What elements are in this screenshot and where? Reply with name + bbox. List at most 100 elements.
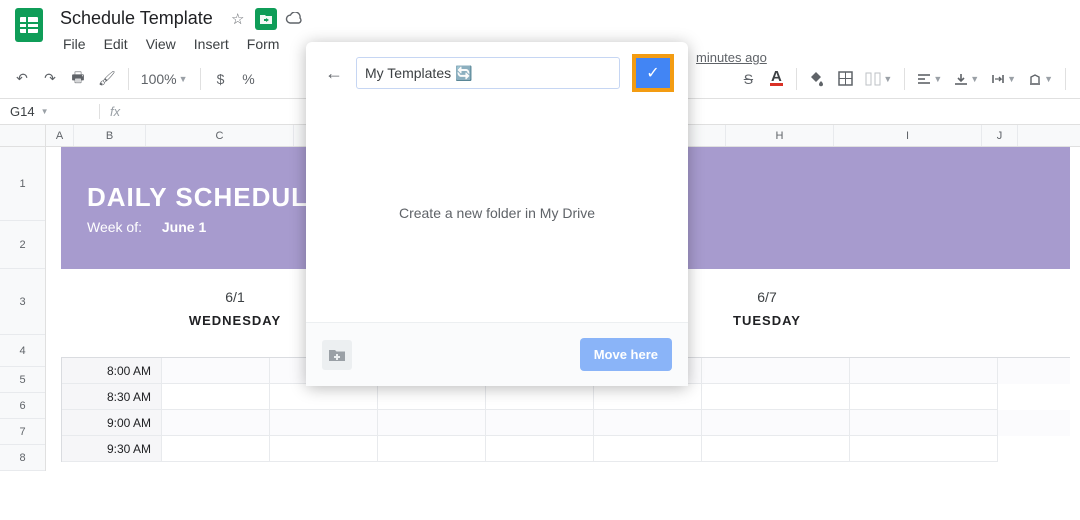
column-header[interactable]: H [726, 125, 834, 146]
row-header[interactable]: 6 [0, 393, 45, 419]
row-header[interactable]: 8 [0, 445, 45, 471]
text-color-button[interactable]: A [764, 66, 788, 92]
slot-cell[interactable] [594, 410, 702, 436]
new-folder-button[interactable] [322, 340, 352, 370]
column-header[interactable]: C [146, 125, 294, 146]
slot-cell[interactable] [378, 436, 486, 462]
confirm-folder-button[interactable]: ✓ [636, 58, 670, 88]
slot-cell[interactable] [594, 384, 702, 410]
strikethrough-button[interactable]: S [736, 66, 760, 92]
back-button[interactable]: ← [320, 59, 348, 87]
cloud-status-icon[interactable] [283, 8, 305, 30]
sheets-logo[interactable] [10, 6, 48, 44]
doc-title[interactable]: Schedule Template [56, 6, 217, 31]
row-header[interactable]: 2 [0, 221, 45, 269]
currency-button[interactable]: $ [209, 66, 233, 92]
slot-cell[interactable] [702, 410, 850, 436]
slot-cell[interactable] [162, 436, 270, 462]
text-rotation-button[interactable]: ▼ [1024, 66, 1057, 92]
column-header[interactable]: I [834, 125, 982, 146]
day-date: 6/1 [161, 289, 309, 305]
row-header[interactable]: 4 [0, 335, 45, 367]
column-header[interactable]: A [46, 125, 74, 146]
menu-edit[interactable]: Edit [97, 33, 135, 55]
slot-cell[interactable] [850, 384, 998, 410]
percent-button[interactable]: % [237, 66, 261, 92]
redo-button[interactable]: ↷ [38, 66, 62, 92]
star-icon[interactable]: ☆ [227, 8, 249, 30]
row-header[interactable]: 7 [0, 419, 45, 445]
day-name: TUESDAY [693, 313, 841, 328]
title-icons: ☆ [227, 8, 305, 30]
column-header[interactable]: B [74, 125, 146, 146]
slot-cell[interactable] [850, 436, 998, 462]
slot-cell[interactable] [162, 410, 270, 436]
table-row: 9:00 AM [62, 410, 1070, 436]
time-cell[interactable]: 9:30 AM [62, 436, 162, 462]
merge-cells-button[interactable]: ▼ [861, 66, 896, 92]
slot-cell[interactable] [270, 436, 378, 462]
row-header[interactable]: 3 [0, 269, 45, 335]
slot-cell[interactable] [270, 384, 378, 410]
table-row: 9:30 AM [62, 436, 1070, 462]
text-wrap-button[interactable]: ▼ [987, 66, 1020, 92]
slot-cell[interactable] [486, 410, 594, 436]
day-date: 6/7 [693, 289, 841, 305]
title-row: Schedule Template ☆ [56, 6, 305, 31]
name-box[interactable]: G14▼ [0, 104, 100, 119]
row-header[interactable]: 5 [0, 367, 45, 393]
row-header[interactable]: 1 [0, 147, 45, 221]
folder-name-input[interactable] [365, 65, 611, 81]
paint-format-button[interactable]: 🖌 [94, 66, 120, 92]
slot-cell[interactable] [486, 384, 594, 410]
menu-view[interactable]: View [139, 33, 183, 55]
slot-cell[interactable] [162, 358, 270, 384]
move-here-button[interactable]: Move here [580, 338, 672, 371]
select-all-cell[interactable] [0, 125, 46, 146]
separator [904, 68, 905, 90]
slot-cell[interactable] [378, 410, 486, 436]
fx-icon: fx [100, 104, 130, 119]
separator [796, 68, 797, 90]
v-align-button[interactable]: ▼ [950, 66, 983, 92]
time-cell[interactable]: 8:30 AM [62, 384, 162, 410]
day-header-cell: 6/1WEDNESDAY [161, 285, 309, 351]
slot-cell[interactable] [702, 358, 850, 384]
menu-insert[interactable]: Insert [187, 33, 236, 55]
last-edit-link[interactable]: minutes ago [696, 50, 767, 65]
separator [1065, 68, 1066, 90]
print-button[interactable]: 🖶 [66, 66, 90, 92]
column-header[interactable]: J [982, 125, 1018, 146]
move-icon[interactable] [255, 8, 277, 30]
row-gutter: 12345678 [0, 147, 46, 471]
move-to-folder-popup: ← ✓ Create a new folder in My Drive Move… [306, 42, 688, 386]
time-cell[interactable]: 9:00 AM [62, 410, 162, 436]
fill-color-button[interactable] [805, 66, 829, 92]
slot-cell[interactable] [486, 436, 594, 462]
slot-cell[interactable] [594, 436, 702, 462]
undo-button[interactable]: ↶ [10, 66, 34, 92]
title-stack: Schedule Template ☆ File Edit View Inser… [56, 6, 305, 55]
menu-file[interactable]: File [56, 33, 93, 55]
borders-button[interactable] [833, 66, 857, 92]
popup-body-text: Create a new folder in My Drive [399, 205, 595, 221]
popup-header: ← ✓ [306, 42, 688, 104]
slot-cell[interactable] [378, 384, 486, 410]
popup-footer: Move here [306, 322, 688, 386]
folder-name-field[interactable] [356, 57, 620, 89]
menu-format[interactable]: Form [240, 33, 287, 55]
separator [200, 68, 201, 90]
slot-cell[interactable] [702, 384, 850, 410]
menu-bar: File Edit View Insert Form [56, 33, 305, 55]
slot-cell[interactable] [270, 410, 378, 436]
zoom-select[interactable]: 100%▼ [137, 66, 192, 92]
week-of-label: Week of: [87, 219, 142, 235]
time-cell[interactable]: 8:00 AM [62, 358, 162, 384]
slot-cell[interactable] [162, 384, 270, 410]
slot-cell[interactable] [850, 410, 998, 436]
confirm-highlight: ✓ [632, 54, 674, 92]
slot-cell[interactable] [702, 436, 850, 462]
h-align-button[interactable]: ▼ [913, 66, 946, 92]
popup-body: Create a new folder in My Drive [306, 104, 688, 322]
slot-cell[interactable] [850, 358, 998, 384]
